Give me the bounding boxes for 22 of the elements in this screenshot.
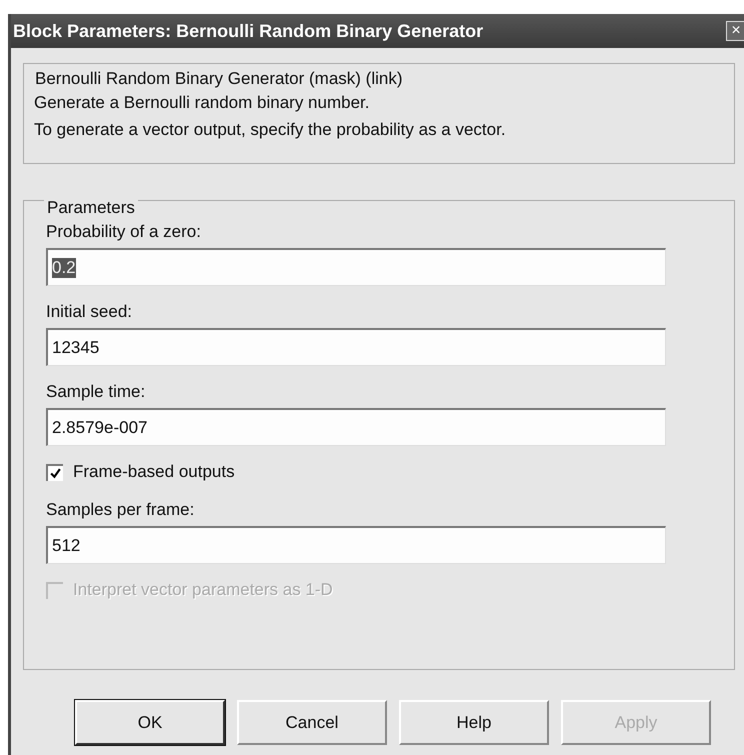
field-value: 2.8579e-007 <box>52 418 148 438</box>
window-title: Block Parameters: Bernoulli Random Binary Generator <box>13 20 484 42</box>
dialog-button[interactable]: Cancel <box>237 700 387 745</box>
description-text: To generate a vector output, specify the probability as a vector. <box>34 119 507 141</box>
field-label: Sample time: <box>46 382 146 402</box>
field-label: Initial seed: <box>46 302 133 322</box>
input-field[interactable]: 0.2 <box>46 248 666 286</box>
checkbox[interactable] <box>46 464 63 480</box>
checkbox-label: Interpret vector parameters as 1-D <box>73 580 333 600</box>
input-field[interactable]: 512 <box>46 526 666 564</box>
close-button[interactable]: × <box>726 21 744 41</box>
dialog-button[interactable]: OK <box>75 700 225 745</box>
field-value: 0.2 <box>52 258 76 278</box>
field-label: Probability of a zero: <box>46 222 202 242</box>
field-value: 512 <box>52 536 80 556</box>
input-field[interactable]: 2.8579e-007 <box>46 408 666 446</box>
dialog-button[interactable]: Help <box>399 700 549 745</box>
field-value: 12345 <box>52 338 100 358</box>
field-label: Samples per frame: <box>46 500 196 520</box>
checkbox-label: Frame-based outputs <box>73 462 235 482</box>
description-text: Generate a Bernoulli random binary number. <box>34 92 370 114</box>
input-field[interactable]: 12345 <box>46 328 666 366</box>
